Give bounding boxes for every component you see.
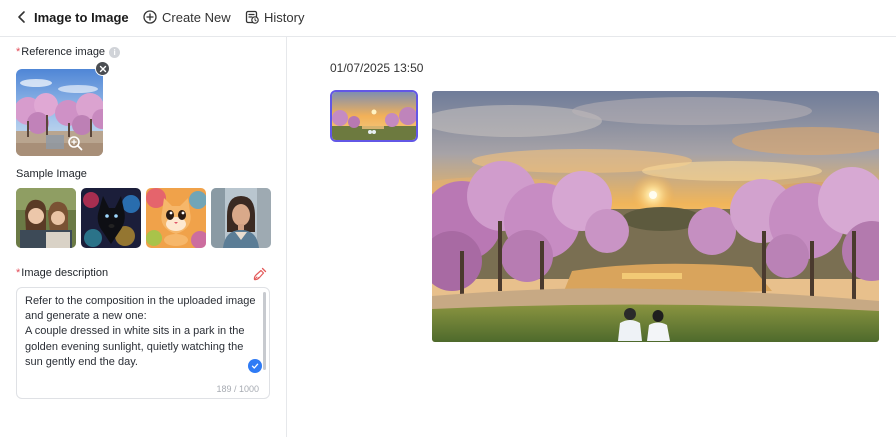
character-count: 189 / 1000: [216, 384, 259, 394]
required-mark: *: [16, 46, 21, 58]
history-label: History: [264, 9, 305, 25]
result-thumbnail-picture: [332, 92, 416, 140]
zoom-in-icon[interactable]: [67, 135, 83, 151]
sample-image-list: [16, 188, 271, 248]
reference-image-label: * Reference image i: [16, 46, 121, 58]
page-title: Image to Image: [34, 9, 129, 25]
image-description-field[interactable]: Refer to the composition in the uploaded…: [16, 287, 270, 399]
sample-dog-picture: [81, 188, 141, 248]
generated-result-picture: [432, 91, 879, 342]
generated-result-image[interactable]: [432, 91, 879, 342]
back-button[interactable]: Image to Image: [14, 0, 129, 34]
info-icon[interactable]: i: [109, 46, 121, 58]
history-button[interactable]: History: [245, 0, 304, 34]
confirm-description-button[interactable]: [248, 359, 262, 373]
sample-portrait-picture: [211, 188, 271, 248]
sample-cat-picture: [146, 188, 206, 248]
create-new-label: Create New: [162, 9, 231, 25]
top-bar: Image to Image Create New History: [0, 0, 896, 37]
image-description-label: * Image description: [16, 267, 108, 279]
sample-image-label: Sample Image: [16, 168, 87, 180]
sample-image-portrait[interactable]: [211, 188, 271, 248]
create-new-button[interactable]: Create New: [143, 0, 231, 34]
result-thumbnail-selected[interactable]: [330, 90, 418, 142]
broom-icon[interactable]: [253, 267, 267, 281]
required-mark: *: [16, 267, 21, 279]
plus-circle-icon: [143, 10, 157, 24]
reference-image-title: Reference image: [21, 46, 106, 58]
check-icon: [251, 363, 259, 369]
reference-image-picture: [16, 69, 103, 156]
description-scrollbar[interactable]: [263, 292, 266, 370]
image-description-title: Image description: [21, 267, 109, 279]
sample-image-title: Sample Image: [16, 168, 87, 180]
history-icon: [245, 10, 259, 24]
chevron-left-icon: [18, 11, 25, 23]
sample-image-friends[interactable]: [16, 188, 76, 248]
sample-image-cartoon-cat[interactable]: [146, 188, 206, 248]
settings-panel: * Reference image i Sample Image * Image…: [0, 37, 287, 437]
image-description-text[interactable]: Refer to the composition in the uploaded…: [25, 294, 263, 370]
generation-timestamp: 01/07/2025 13:50: [330, 61, 424, 75]
sample-friends-picture: [16, 188, 76, 248]
reference-image-thumbnail[interactable]: [16, 69, 103, 156]
sample-image-galaxy-dog[interactable]: [81, 188, 141, 248]
close-icon: [99, 65, 106, 72]
remove-reference-button[interactable]: [95, 61, 110, 76]
